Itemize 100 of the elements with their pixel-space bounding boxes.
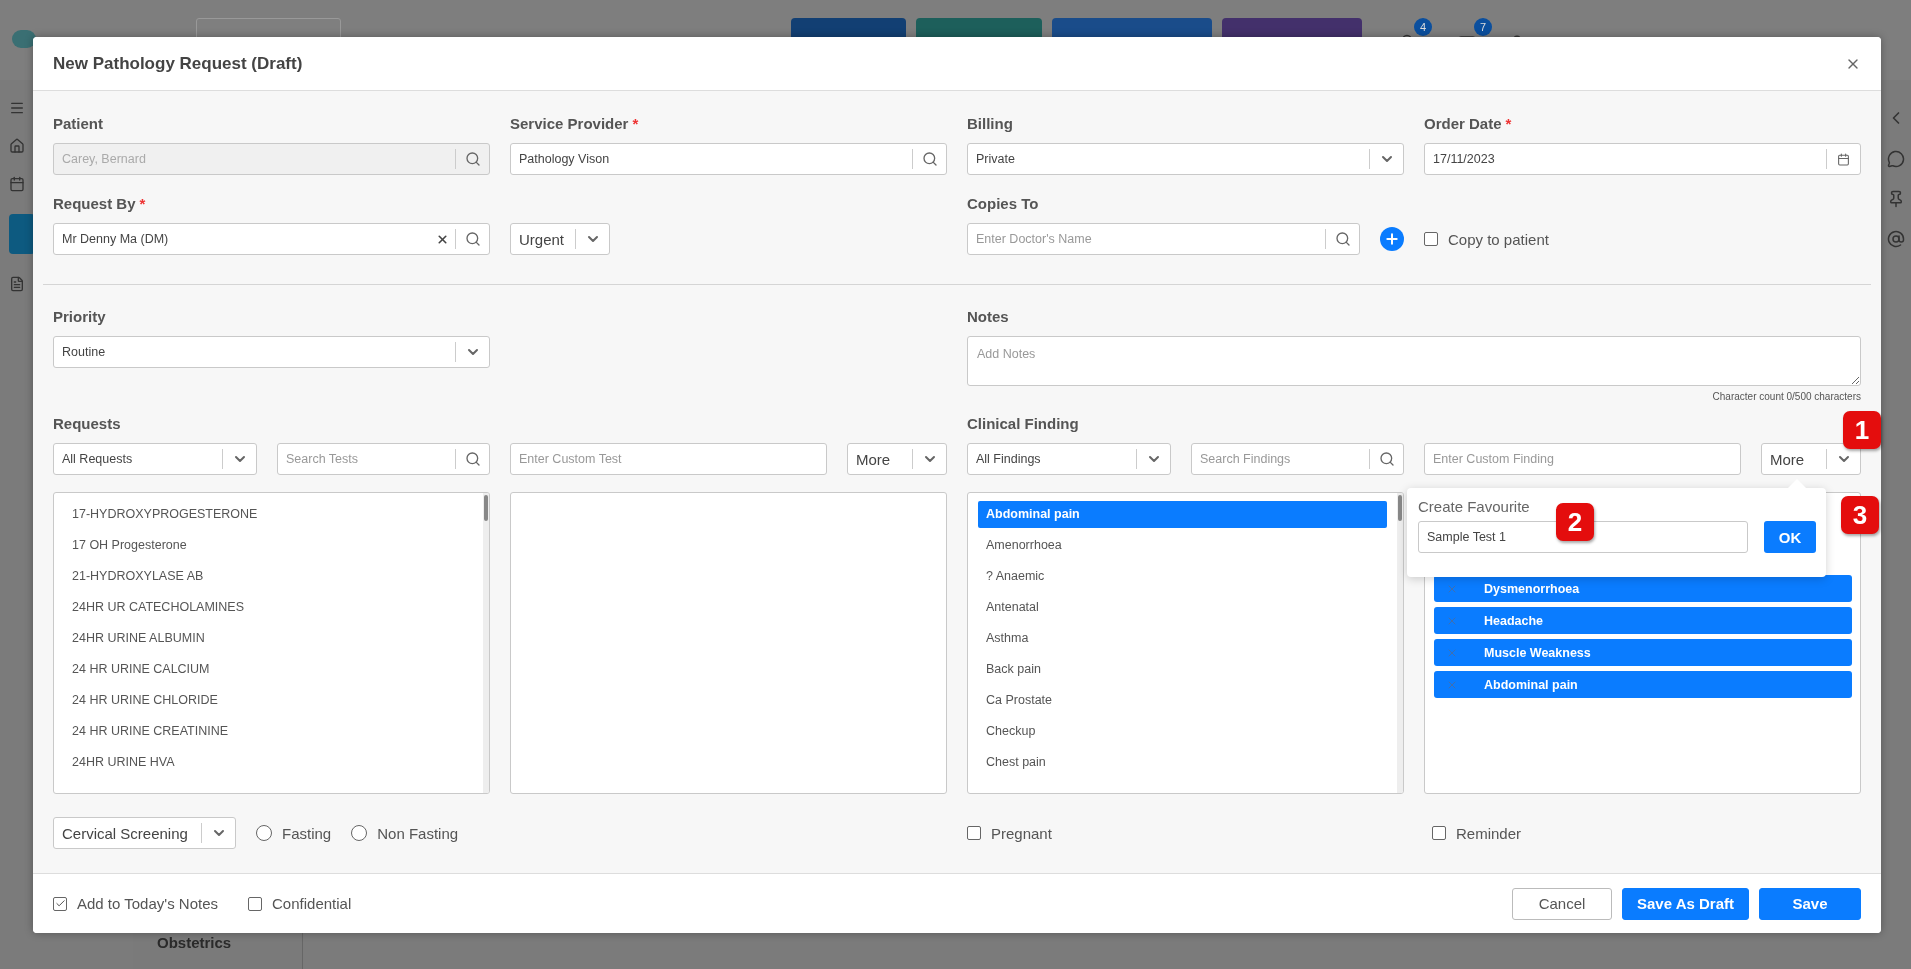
list-item[interactable]: Checkup	[978, 718, 1387, 745]
chip-label: Muscle Weakness	[1484, 645, 1591, 660]
radio-button[interactable]	[256, 825, 272, 841]
list-item[interactable]: Chest pain	[978, 749, 1387, 776]
nav-item-highlight[interactable]	[8, 214, 35, 254]
finding-chip[interactable]: Headache	[1434, 607, 1852, 634]
step-number-tooltip: 3	[1841, 496, 1879, 534]
at-sign-icon[interactable]	[1887, 230, 1905, 248]
billing-dropdown[interactable]: Private	[967, 143, 1404, 175]
add-to-notes-checkbox[interactable]: Add to Today's Notes	[53, 895, 218, 912]
field-label: Notes	[967, 307, 1009, 327]
clear-icon[interactable]	[436, 232, 449, 246]
text-input[interactable]: Mr Denny Ma (DM)	[54, 224, 430, 254]
list-item[interactable]: Asthma	[978, 625, 1387, 652]
priority-dropdown[interactable]: Routine	[53, 336, 490, 368]
list-item[interactable]: Antenatal	[978, 594, 1387, 621]
field-label: Billing	[967, 114, 1013, 134]
chip-label: Dysmenorrhoea	[1484, 581, 1580, 596]
cancel-button[interactable]: Cancel	[1512, 887, 1612, 920]
finding-chip[interactable]: Abdominal pain	[1434, 671, 1852, 698]
urgency-dropdown[interactable]: Urgent	[510, 223, 610, 255]
reminder-checkbox[interactable]: Reminder	[1432, 824, 1861, 842]
test-search-field[interactable]: Search Tests	[277, 443, 490, 475]
list-item[interactable]: 24 HR URINE CHLORIDE	[64, 687, 473, 714]
radio-option[interactable]: Fasting	[256, 824, 332, 842]
chip-label: Abdominal pain	[1484, 677, 1578, 692]
field-label: Requests	[53, 414, 121, 434]
list-item[interactable]: Back pain	[978, 656, 1387, 683]
screening-dropdown[interactable]: Cervical Screening	[53, 817, 236, 849]
field-label: Patient	[53, 114, 103, 134]
list-item[interactable]: 24 HR URINE CALCIUM	[64, 656, 473, 683]
field-label: Clinical Finding	[967, 414, 1079, 434]
custom-finding-field[interactable]: Enter Custom Finding	[1425, 444, 1740, 474]
field-label: Service Provider *	[510, 114, 639, 134]
required-marker: *	[632, 115, 639, 132]
logo-icon	[12, 30, 36, 48]
calendar-icon[interactable]	[1837, 152, 1850, 166]
dialog-title: New Pathology Request (Draft)	[53, 53, 303, 74]
search-icon[interactable]	[464, 451, 481, 467]
calendar-icon[interactable]	[8, 176, 25, 192]
radio-option[interactable]: Non Fasting	[351, 824, 459, 842]
list-item[interactable]: Amenorrhoea	[978, 532, 1387, 559]
search-icon[interactable]	[464, 151, 481, 167]
required-marker: *	[1505, 115, 1512, 132]
notes-field[interactable]: Add Notes	[967, 336, 1861, 386]
home-icon[interactable]	[8, 138, 25, 154]
requester-field[interactable]: Mr Denny Ma (DM)	[53, 223, 490, 255]
pregnant-checkbox[interactable]: Pregnant	[967, 824, 1404, 842]
primary-button[interactable]: Save As Draft	[1622, 887, 1749, 920]
list-item[interactable]: 24 HR URINE CREATININE	[64, 718, 473, 745]
custom-test-field[interactable]: Enter Custom Test	[511, 444, 826, 474]
character-count: Character count 0/500 characters	[1712, 391, 1861, 402]
text-input[interactable]: Search Findings	[1192, 444, 1369, 474]
chat-icon[interactable]	[1887, 150, 1905, 168]
plus-icon	[1384, 231, 1400, 247]
filter-dropdown[interactable]: All Requests	[53, 443, 257, 475]
menu-icon[interactable]	[8, 100, 25, 116]
pin-icon[interactable]	[1887, 190, 1905, 208]
checkbox[interactable]	[1424, 232, 1438, 246]
popover-title: Create Favourite	[1418, 498, 1530, 515]
filter-dropdown[interactable]: All Findings	[967, 443, 1171, 475]
more-dropdown[interactable]: More	[847, 443, 947, 475]
list-item[interactable]: 24HR UR CATECHOLAMINES	[64, 594, 473, 621]
radio-button[interactable]	[351, 825, 368, 841]
list-item[interactable]: 24HR URINE HVA	[64, 749, 473, 776]
list-item[interactable]: 17-HYDROXYPROGESTERONE	[64, 501, 473, 528]
primary-button[interactable]: Save	[1759, 887, 1861, 920]
required-marker: *	[139, 195, 146, 212]
chip-label: Headache	[1484, 613, 1544, 628]
list-item[interactable]: 17 OH Progesterone	[64, 532, 473, 559]
list-item[interactable]: 24HR URINE ALBUMIN	[64, 625, 473, 652]
field-label: Order Date *	[1424, 114, 1512, 134]
copy-to-patient-checkbox[interactable]: Copy to patient	[1424, 230, 1549, 248]
text-input[interactable]: Search Tests	[278, 444, 455, 474]
checkbox[interactable]	[967, 826, 981, 840]
checkbox[interactable]	[1432, 826, 1446, 840]
more-dropdown[interactable]: More	[1761, 443, 1861, 475]
scrollbar[interactable]	[483, 493, 489, 793]
checkbox[interactable]	[53, 896, 67, 911]
search-icon[interactable]	[1378, 451, 1395, 467]
list-item[interactable]: Abdominal pain	[978, 501, 1387, 528]
document-icon[interactable]	[8, 276, 25, 292]
search-icon[interactable]	[464, 231, 481, 247]
search-icon[interactable]	[921, 151, 938, 167]
scrollbar[interactable]	[1397, 493, 1403, 793]
list-item[interactable]: 21-HYDROXYLASE AB	[64, 563, 473, 590]
field-label: Priority	[53, 307, 106, 327]
checkbox[interactable]	[248, 896, 262, 911]
search-icon[interactable]	[1334, 231, 1351, 247]
field-label: Copies To	[967, 194, 1039, 214]
add-button[interactable]	[1380, 227, 1404, 251]
ok-button[interactable]: OK	[1764, 521, 1816, 553]
finding-chip[interactable]: Dysmenorrhoea	[1434, 575, 1852, 602]
step-number-tooltip: 2	[1556, 503, 1594, 541]
list-item[interactable]: ? Anaemic	[978, 563, 1387, 590]
list-item[interactable]: Ca Prostate	[978, 687, 1387, 714]
finding-search-field[interactable]: Search Findings	[1191, 443, 1404, 475]
message-badge: 7	[1474, 18, 1492, 36]
confidential-checkbox[interactable]: Confidential	[248, 895, 352, 912]
finding-chip[interactable]: Muscle Weakness	[1434, 639, 1852, 666]
